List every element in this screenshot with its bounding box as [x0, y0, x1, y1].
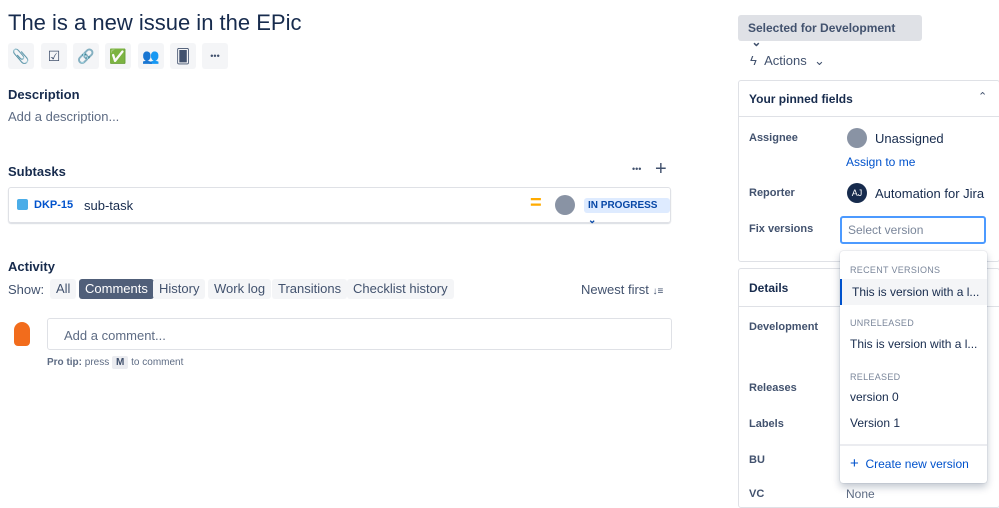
status-text: IN PROGRESS [588, 200, 658, 211]
bu-label: BU [749, 454, 765, 466]
version-option[interactable]: Version 1 [840, 410, 987, 436]
issue-title[interactable]: The is a new issue in the EPic [8, 10, 301, 36]
released-heading: RELEASED [850, 372, 901, 382]
collapse-icon[interactable]: ⌃ [978, 90, 987, 103]
filter-transitions[interactable]: Transitions [272, 279, 348, 299]
unassigned-avatar-icon [847, 128, 867, 148]
sort-icon: ↓≡ [652, 286, 664, 297]
cards-icon[interactable]: 🂠 [170, 43, 196, 69]
filter-checklist-history[interactable]: Checklist history [347, 279, 454, 299]
plus-icon: + [850, 455, 859, 472]
create-version-button[interactable]: + Create new version [850, 455, 969, 472]
assign-to-me-link[interactable]: Assign to me [846, 155, 915, 169]
protip-label: Pro tip: [47, 357, 82, 368]
filter-all[interactable]: All [50, 279, 77, 299]
unassigned-avatar-icon [555, 195, 575, 215]
show-label: Show: [8, 282, 45, 297]
protip-press: press [84, 357, 110, 368]
reporter-avatar: AJ [847, 183, 867, 203]
subtask-type-icon [17, 199, 28, 210]
subtask-summary[interactable]: sub-task [84, 198, 133, 213]
status-button-label: Selected for Development [748, 21, 896, 35]
subtask-row[interactable]: DKP-15 sub-task = IN PROGRESS ⌄ [8, 187, 671, 226]
sort-label: Newest first [581, 282, 649, 297]
activity-heading: Activity [8, 259, 55, 274]
protip-rest: to comment [131, 357, 184, 368]
team-icon[interactable]: 👥 [138, 43, 164, 69]
description-heading: Description [8, 87, 80, 102]
add-subtask-icon[interactable]: + [655, 158, 667, 181]
more-icon[interactable]: ••• [202, 43, 228, 69]
checklist-icon[interactable]: ✅ [105, 43, 131, 69]
version-option[interactable]: version 0 [840, 384, 987, 410]
sort-button[interactable]: Newest first ↓≡ [581, 282, 663, 297]
fix-versions-label: Fix versions [749, 223, 814, 235]
assignee-value[interactable]: Unassigned [875, 131, 944, 146]
unreleased-heading: UNRELEASED [850, 318, 915, 328]
comment-input[interactable]: Add a comment... [47, 318, 672, 350]
recent-versions-heading: RECENT VERSIONS [850, 265, 941, 275]
protip-key: M [112, 356, 129, 369]
details-heading: Details [749, 281, 789, 295]
filter-history[interactable]: History [153, 279, 206, 299]
version-option[interactable]: This is version with a l... [840, 331, 987, 357]
link-icon[interactable]: 🔗 [73, 43, 99, 69]
pinned-heading: Your pinned fields [749, 92, 853, 106]
subtask-key[interactable]: DKP-15 [34, 199, 73, 211]
status-lozenge[interactable]: IN PROGRESS ⌄ [584, 198, 670, 226]
subtasks-more-icon[interactable]: ••• [632, 164, 641, 174]
subtask-icon[interactable]: ☑ [41, 43, 67, 69]
user-avatar [14, 322, 30, 346]
actions-button[interactable]: ϟ Actions ⌄ [750, 53, 825, 69]
subtasks-heading: Subtasks [8, 164, 66, 179]
labels-label: Labels [749, 418, 784, 430]
priority-medium-icon: = [530, 192, 542, 214]
reporter-label: Reporter [749, 187, 795, 199]
status-transition-button[interactable]: Selected for Development ⌄ [738, 15, 922, 49]
development-label: Development [749, 321, 819, 333]
releases-label: Releases [749, 382, 797, 394]
lightning-icon: ϟ [750, 53, 757, 68]
create-version-label: Create new version [865, 457, 969, 471]
filter-comments[interactable]: Comments [79, 279, 154, 299]
description-field[interactable]: Add a description... [8, 109, 119, 124]
fix-versions-input[interactable]: Select version [840, 216, 986, 244]
vc-label: VC [749, 488, 765, 500]
attach-icon[interactable]: 📎 [8, 43, 34, 69]
assignee-label: Assignee [749, 132, 798, 144]
version-dropdown: RECENT VERSIONS This is version with a l… [840, 251, 987, 483]
vc-value[interactable]: None [846, 487, 875, 501]
actions-label: Actions [764, 53, 807, 68]
version-option[interactable]: This is version with a l... [840, 279, 987, 305]
filter-work-log[interactable]: Work log [208, 279, 272, 299]
reporter-value[interactable]: Automation for Jira [875, 186, 984, 201]
